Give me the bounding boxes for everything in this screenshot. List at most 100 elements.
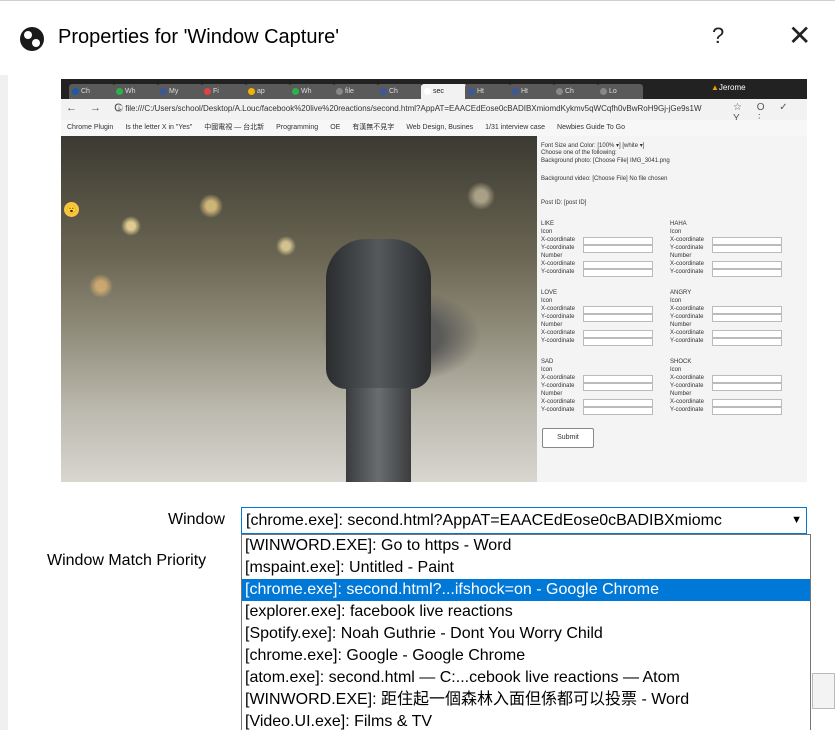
reaction-field-label: Y-coordinate bbox=[541, 314, 575, 320]
reaction-field-input bbox=[712, 407, 782, 415]
reaction-field-label: X-coordinate bbox=[670, 399, 705, 405]
browser-tab: sec bbox=[421, 84, 467, 99]
browser-tab-label: Ht bbox=[477, 88, 484, 95]
browser-tab: Wh bbox=[113, 84, 159, 99]
wow-emoji-icon: 😮 bbox=[64, 202, 79, 217]
reaction-field-row: Y-coordinate bbox=[541, 313, 671, 322]
reaction-field-label: Icon bbox=[670, 298, 682, 304]
reaction-field-label: Icon bbox=[541, 229, 553, 235]
properties-dialog: Properties for 'Window Capture' ? ✕ Jero… bbox=[0, 0, 835, 730]
browser-tab-label: file bbox=[345, 88, 354, 95]
bookmark-item: 1/31 interview case bbox=[485, 124, 546, 131]
reaction-group-title: LOVE bbox=[541, 290, 558, 296]
window-dropdown-list: [WINWORD.EXE]: Go to https - Word [mspain… bbox=[241, 534, 811, 730]
browser-tab-label: My bbox=[169, 88, 179, 95]
bookmark-item: 有漢無不見字 bbox=[352, 124, 395, 131]
reaction-field-label: X-coordinate bbox=[670, 237, 705, 243]
parking-meter-post bbox=[346, 388, 411, 482]
reaction-field-label: Y-coordinate bbox=[541, 245, 575, 251]
reaction-field-row: X-coordinate bbox=[670, 329, 800, 338]
browser-tab: My bbox=[157, 84, 203, 99]
reaction-field-label: X-coordinate bbox=[541, 306, 576, 312]
reaction-field-row: Y-coordinate bbox=[541, 244, 671, 253]
reaction-group-title: SAD bbox=[541, 359, 554, 365]
reaction-field-row: X-coordinate bbox=[670, 305, 800, 314]
window-option[interactable]: [WINWORD.EXE]: Go to https - Word bbox=[242, 535, 810, 557]
help-button[interactable]: ? bbox=[712, 23, 724, 49]
reaction-group-title: ANGRY bbox=[670, 290, 692, 296]
reaction-field-row: X-coordinate bbox=[670, 236, 800, 245]
browser-url: ⓘ file:///C:/Users/school/Desktop/A.Louc… bbox=[115, 104, 702, 113]
bookmark-item: Is the letter X in "Yes" bbox=[125, 124, 193, 131]
tab-favicon-icon bbox=[248, 88, 255, 95]
reaction-field-label: Icon bbox=[670, 229, 682, 235]
browser-tab-label: Fi bbox=[213, 88, 219, 95]
reaction-field-label: X-coordinate bbox=[541, 261, 576, 267]
reaction-field-label: Y-coordinate bbox=[541, 407, 575, 413]
reaction-field-label: X-coordinate bbox=[670, 330, 705, 336]
window-option[interactable]: [WINWORD.EXE]: 距住起一個森林入面但係都可以投票 - Word bbox=[242, 689, 810, 711]
reaction-field-row: X-coordinate bbox=[541, 329, 671, 338]
window-option[interactable]: [mspaint.exe]: Untitled - Paint bbox=[242, 557, 810, 579]
close-button[interactable]: ✕ bbox=[788, 19, 811, 52]
window-option[interactable]: [chrome.exe]: second.html?...ifshock=on … bbox=[242, 579, 810, 601]
reaction-field-row: Y-coordinate bbox=[670, 244, 800, 253]
window-option[interactable]: [explorer.exe]: facebook live reactions bbox=[242, 601, 810, 623]
reaction-field-row: Y-coordinate bbox=[670, 268, 800, 277]
tab-favicon-icon bbox=[600, 88, 607, 95]
reaction-field-row: Icon bbox=[670, 297, 800, 305]
reaction-field-row: Icon bbox=[670, 228, 800, 236]
reaction-field-row: Y-coordinate bbox=[670, 337, 800, 346]
browser-tab: Lo bbox=[597, 84, 643, 99]
reaction-field-row: Y-coordinate bbox=[541, 406, 671, 415]
reaction-field-label: Y-coordinate bbox=[541, 383, 575, 389]
reaction-field-row: Y-coordinate bbox=[670, 406, 800, 415]
reaction-field-row: Number bbox=[541, 252, 671, 260]
window-select[interactable]: [chrome.exe]: second.html?AppAT=EAACEdEo… bbox=[241, 507, 807, 534]
reaction-field-label: Number bbox=[670, 391, 692, 397]
window-option[interactable]: [atom.exe]: second.html — C:...cebook li… bbox=[242, 667, 810, 689]
browser-tab-label: Wh bbox=[125, 88, 136, 95]
form-left-column: LIKE Icon X-coordinate Y-coordinate Number X-… bbox=[541, 220, 671, 427]
reaction-field-row: X-coordinate bbox=[541, 236, 671, 245]
form-right-column: HAHA Icon X-coordinate Y-coordinate Number X-… bbox=[670, 220, 800, 427]
reaction-field-label: X-coordinate bbox=[541, 330, 576, 336]
reaction-field-row: Number bbox=[541, 321, 671, 329]
window-match-priority-label: Window Match Priority bbox=[47, 552, 207, 569]
priority-select-edge[interactable] bbox=[812, 673, 835, 709]
browser-tab-label: Ht bbox=[521, 88, 528, 95]
tab-favicon-icon bbox=[380, 88, 387, 95]
reaction-field-label: X-coordinate bbox=[670, 306, 705, 312]
reaction-field-label: Y-coordinate bbox=[670, 269, 704, 275]
reaction-field-row: X-coordinate bbox=[670, 374, 800, 383]
reaction-field-input bbox=[712, 338, 782, 346]
browser-tab-label: ap bbox=[257, 88, 265, 95]
window-option[interactable]: [chrome.exe]: Google - Google Chrome bbox=[242, 645, 810, 667]
browser-tab: Wh bbox=[289, 84, 335, 99]
tab-favicon-icon bbox=[556, 88, 563, 95]
reaction-field-row: Y-coordinate bbox=[670, 382, 800, 391]
window-option[interactable]: [Spotify.exe]: Noah Guthrie - Dont You W… bbox=[242, 623, 810, 645]
reaction-field-row: Icon bbox=[541, 366, 671, 374]
tab-favicon-icon bbox=[116, 88, 123, 95]
submit-button: Submit bbox=[542, 428, 594, 448]
background-photo: 😮 bbox=[61, 136, 537, 482]
reaction-field-label: Y-coordinate bbox=[670, 383, 704, 389]
reaction-field-label: Y-coordinate bbox=[670, 407, 704, 413]
parking-meter-head bbox=[326, 239, 431, 389]
reaction-field-row: Number bbox=[670, 390, 800, 398]
browser-tab-label: Ch bbox=[565, 88, 574, 95]
reaction-group-title: SHOCK bbox=[670, 359, 692, 365]
reaction-field-row: Icon bbox=[541, 297, 671, 305]
reaction-field-label: X-coordinate bbox=[541, 375, 576, 381]
tab-favicon-icon bbox=[424, 88, 431, 95]
reaction-field-label: Number bbox=[541, 322, 563, 328]
reaction-field-label: Y-coordinate bbox=[670, 245, 704, 251]
reaction-field-row: X-coordinate bbox=[541, 260, 671, 269]
tab-favicon-icon bbox=[468, 88, 475, 95]
reaction-field-label: X-coordinate bbox=[670, 261, 705, 267]
window-option[interactable]: [Video.UI.exe]: Films & TV bbox=[242, 711, 810, 730]
browser-tab: Ch bbox=[553, 84, 599, 99]
browser-tab: Ht bbox=[509, 84, 555, 99]
chevron-down-icon[interactable]: ▼ bbox=[791, 508, 802, 533]
